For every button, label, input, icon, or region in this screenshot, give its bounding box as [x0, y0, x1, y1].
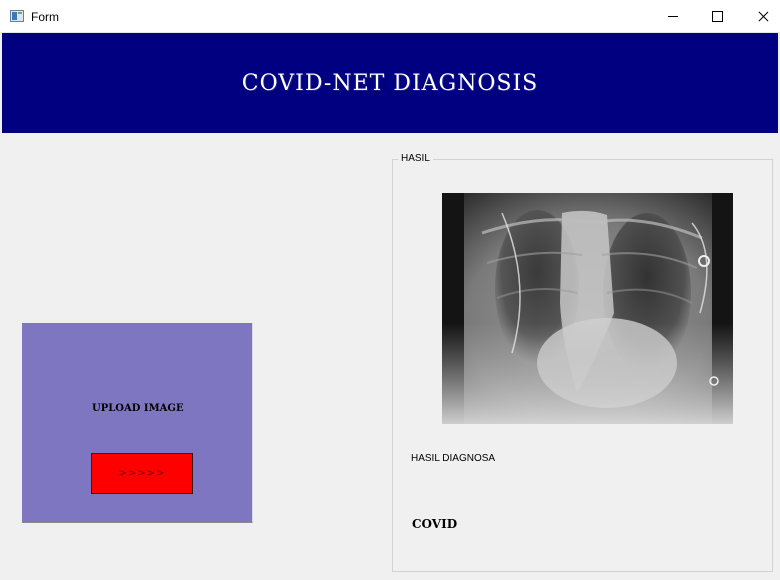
upload-button[interactable]: >>>>>: [91, 453, 193, 494]
app-window-icon: [10, 10, 24, 22]
upload-image-label: UPLOAD IMAGE: [92, 403, 184, 414]
close-icon[interactable]: [740, 0, 780, 32]
diagnosis-result: COVID: [412, 517, 458, 531]
form-window: Form COVID-NET DIAGNOSIS UPLOAD IMAGE >>…: [0, 0, 780, 580]
chest-xray-svg: [442, 193, 733, 424]
page-title: COVID-NET DIAGNOSIS: [241, 70, 539, 96]
diagnosis-label: HASIL DIAGNOSA: [411, 453, 496, 464]
header-banner: COVID-NET DIAGNOSIS: [2, 33, 778, 133]
title-bar[interactable]: Form: [0, 0, 780, 33]
upload-panel: UPLOAD IMAGE >>>>>: [22, 323, 253, 523]
maximize-icon[interactable]: [694, 0, 740, 32]
minimize-icon[interactable]: [650, 0, 696, 32]
result-group-title: HASIL: [398, 153, 433, 164]
window-title: Form: [31, 10, 59, 24]
chest-xray-image: [442, 193, 733, 424]
